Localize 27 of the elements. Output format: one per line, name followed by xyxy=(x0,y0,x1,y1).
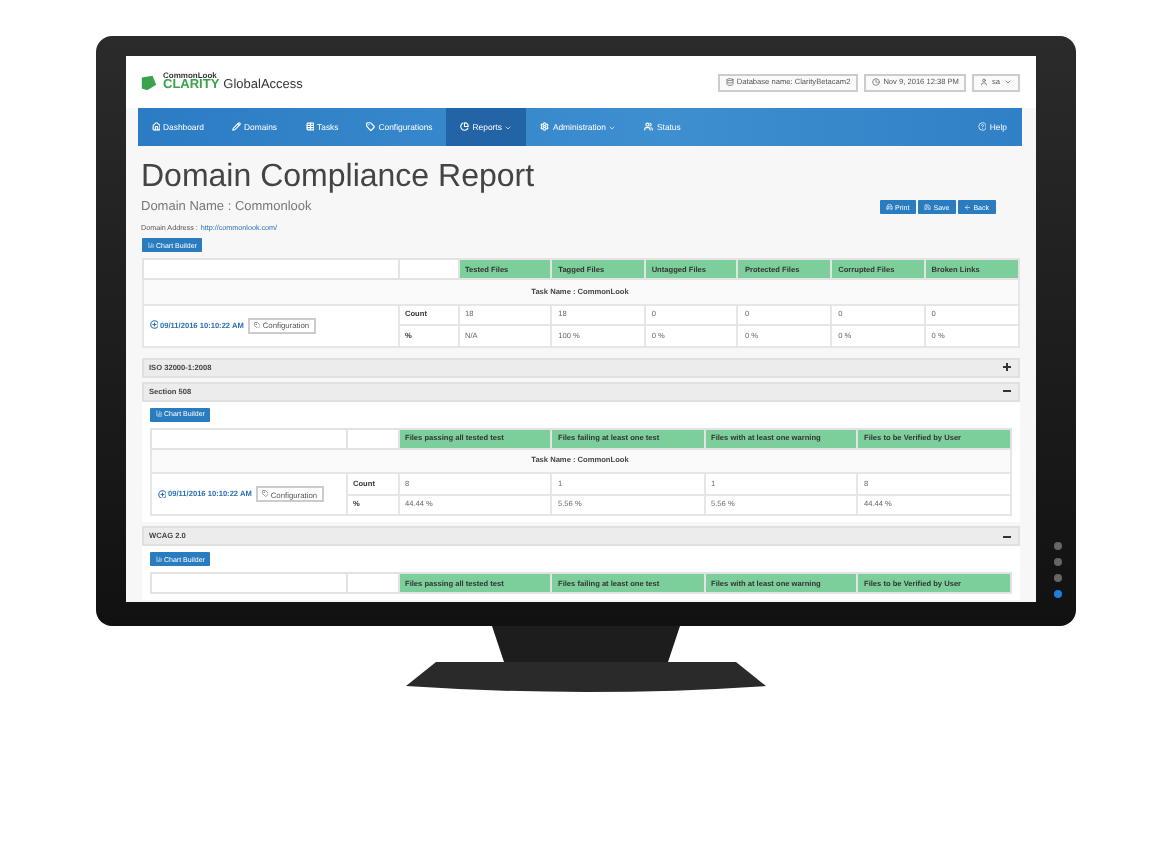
help-icon xyxy=(977,122,987,132)
table-icon xyxy=(305,122,315,132)
logo-icon xyxy=(139,73,157,91)
pencil-icon xyxy=(232,122,241,132)
bar-chart-icon xyxy=(155,410,162,418)
database-icon xyxy=(725,78,734,86)
tag-icon xyxy=(261,490,269,498)
users-icon xyxy=(644,122,654,132)
expand-icon[interactable] xyxy=(1001,362,1011,372)
user-icon xyxy=(980,78,989,86)
printer-icon xyxy=(886,203,894,211)
bar-chart-icon xyxy=(147,241,154,249)
home-icon xyxy=(151,122,160,132)
clock-icon xyxy=(872,78,881,86)
indicator-dot xyxy=(1053,574,1061,582)
tag-icon xyxy=(253,321,261,329)
expand-icon xyxy=(149,320,158,330)
power-light xyxy=(1053,590,1061,598)
bar-chart-icon xyxy=(155,555,162,563)
page-title: Domain Compliance Report xyxy=(141,158,537,198)
gear-icon xyxy=(540,122,550,132)
indicator-dot xyxy=(1053,542,1061,550)
save-icon xyxy=(924,203,932,211)
pie-chart-icon xyxy=(460,122,470,132)
indicator-dot xyxy=(1053,558,1061,566)
tag-icon xyxy=(366,122,376,132)
expand-icon xyxy=(157,489,166,499)
